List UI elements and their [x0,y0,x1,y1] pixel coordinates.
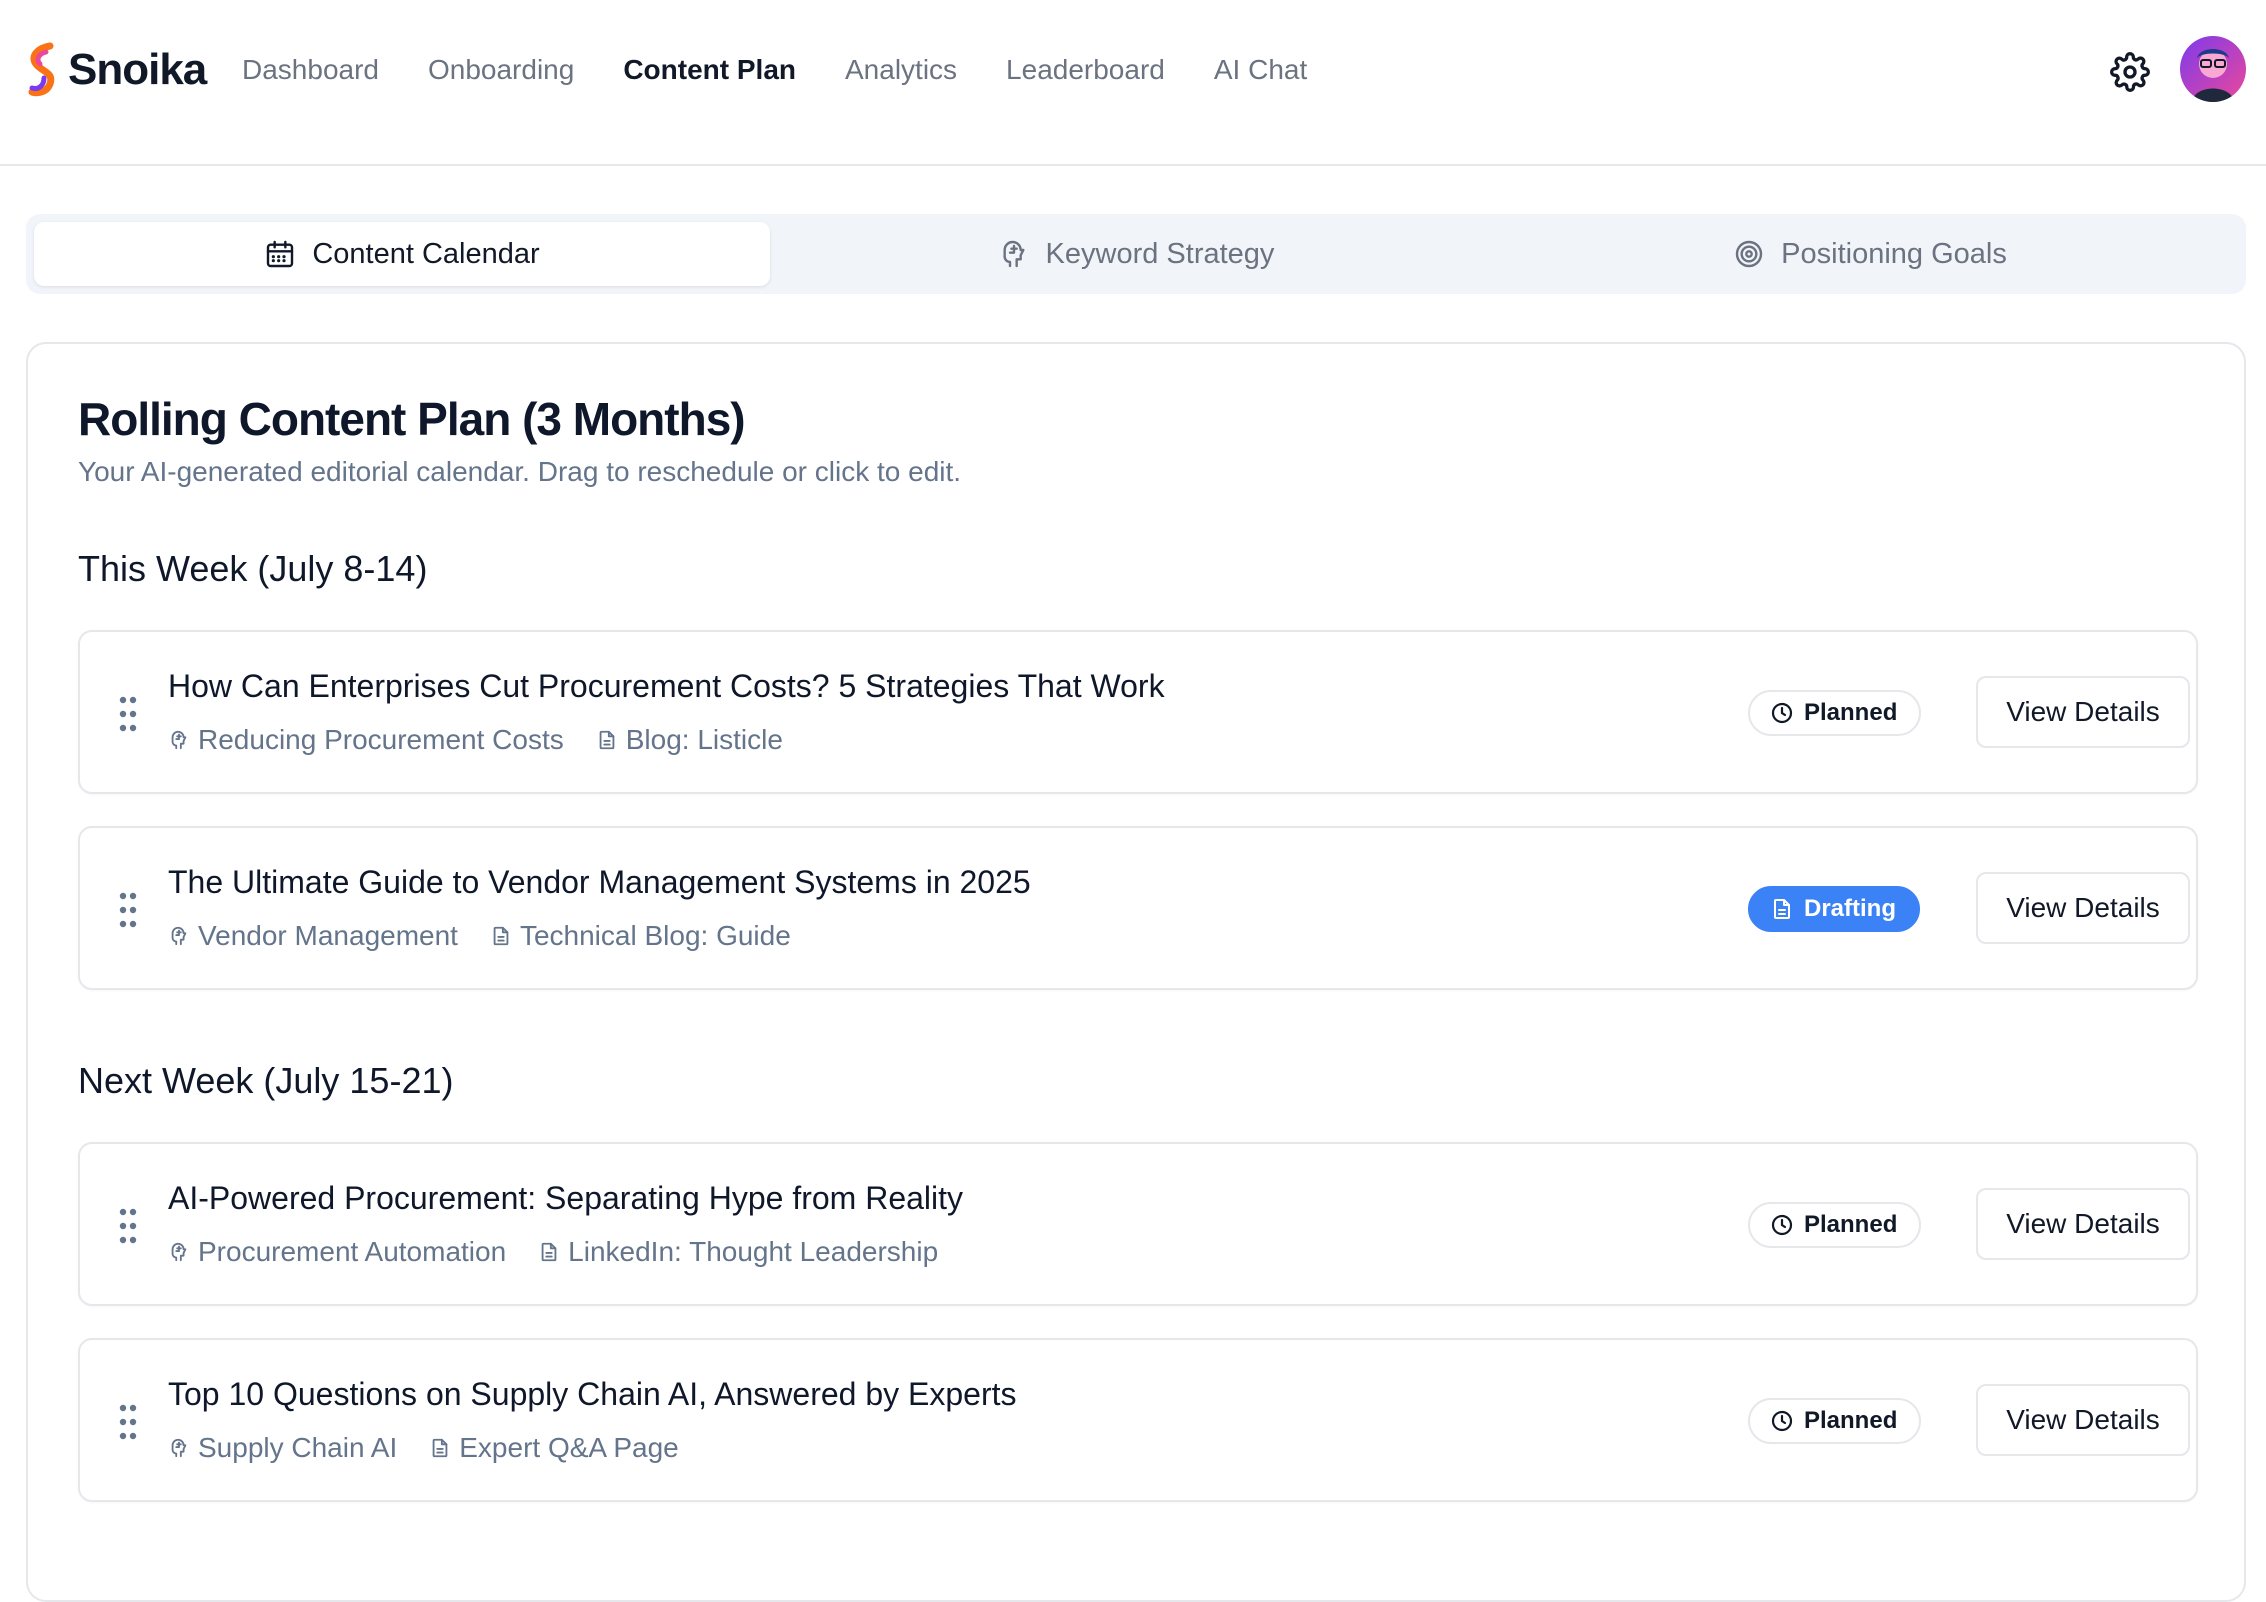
nav-ai-chat[interactable]: AI Chat [1214,48,1307,92]
keyword-tag: Vendor Management [168,920,458,952]
view-details-button[interactable]: View Details [1976,676,2190,748]
clock-icon [1771,1410,1793,1432]
tab-label: Content Calendar [312,237,540,270]
status-badge: Planned [1748,690,1922,736]
nav-content-plan[interactable]: Content Plan [623,48,796,92]
content-title[interactable]: Top 10 Questions on Supply Chain AI, Ans… [168,1376,1017,1413]
page-subtitle: Your AI-generated editorial calendar. Dr… [78,456,962,487]
keyword-label: Vendor Management [198,920,458,951]
keyword-tag: Procurement Automation [168,1236,506,1268]
status-label: Planned [1804,699,1898,726]
status-badge: Planned [1748,1398,1922,1444]
week-heading: This Week (July 8-14) [78,548,428,589]
nav-dashboard[interactable]: Dashboard [242,48,379,92]
week-heading: Next Week (July 15-21) [78,1060,454,1101]
content-item[interactable]: Top 10 Questions on Supply Chain AI, Ans… [78,1338,2198,1502]
content-plan-tabs: Content Calendar Keyword Strategy Positi… [26,214,2246,294]
status-label: Planned [1804,1211,1898,1238]
status-badge: Drafting [1748,886,1920,932]
avatar[interactable] [2180,36,2246,102]
keyword-tag: Supply Chain AI [168,1432,397,1464]
format-tag: Expert Q&A Page [429,1432,679,1464]
document-icon [493,926,509,946]
format-label: LinkedIn: Thought Leadership [568,1236,939,1267]
brain-icon [171,1438,187,1458]
brand-logo[interactable]: Snoika [24,40,207,100]
content-title[interactable]: How Can Enterprises Cut Procurement Cost… [168,668,1165,705]
format-tag: Blog: Listicle [596,724,783,756]
brain-icon [171,730,187,750]
content-item[interactable]: The Ultimate Guide to Vendor Management … [78,826,2198,990]
format-tag: LinkedIn: Thought Leadership [538,1236,938,1268]
keyword-label: Procurement Automation [198,1236,507,1267]
nav-onboarding[interactable]: Onboarding [428,48,574,92]
content-meta: Supply Chain AI Expert Q&A Page [168,1432,679,1464]
format-label: Expert Q&A Page [459,1432,679,1463]
nav-leaderboard[interactable]: Leaderboard [1006,48,1165,92]
gear-icon[interactable] [2110,52,2150,92]
tab-keyword-strategy[interactable]: Keyword Strategy [768,222,1504,286]
tab-content-calendar[interactable]: Content Calendar [34,222,770,286]
status-label: Planned [1804,1407,1898,1434]
tab-label: Keyword Strategy [1045,237,1275,270]
document-icon [432,1438,448,1458]
view-details-button[interactable]: View Details [1976,1188,2190,1260]
brain-icon [171,1242,187,1262]
status-badge: Planned [1748,1202,1922,1248]
keyword-label: Supply Chain AI [198,1432,398,1463]
target-icon [1735,240,1763,268]
view-details-button[interactable]: View Details [1976,1384,2190,1456]
drag-handle-icon[interactable] [118,890,138,930]
format-label: Technical Blog: Guide [519,920,791,951]
format-label: Blog: Listicle [625,724,783,755]
content-plan-card: Rolling Content Plan (3 Months) Your AI-… [26,342,2246,1602]
drag-handle-icon[interactable] [118,1206,138,1246]
brand-name: Snoika [68,45,207,94]
page-title: Rolling Content Plan (3 Months) [78,393,746,445]
brain-icon [171,926,187,946]
user-avatar-icon [2180,36,2246,102]
tab-label: Positioning Goals [1781,237,2007,270]
clock-icon [1771,1214,1793,1236]
keyword-tag: Reducing Procurement Costs [168,724,564,756]
snoika-logo-icon [28,42,55,97]
content-item[interactable]: How Can Enterprises Cut Procurement Cost… [78,630,2198,794]
tab-positioning-goals[interactable]: Positioning Goals [1502,222,2238,286]
nav-analytics[interactable]: Analytics [845,48,957,92]
clock-icon [1771,702,1793,724]
content-item[interactable]: AI-Powered Procurement: Separating Hype … [78,1142,2198,1306]
keyword-label: Reducing Procurement Costs [198,724,564,755]
content-meta: Reducing Procurement Costs Blog: Listicl… [168,724,783,756]
document-icon [599,730,615,750]
format-tag: Technical Blog: Guide [490,920,791,952]
status-label: Drafting [1804,895,1896,922]
calendar-icon [267,240,294,268]
top-navigation-bar: Snoika Dashboard Onboarding Content Plan… [0,0,2266,166]
content-title[interactable]: The Ultimate Guide to Vendor Management … [168,864,1031,901]
drag-handle-icon[interactable] [118,1402,138,1442]
brain-icon [1003,240,1025,268]
main-nav: Dashboard Onboarding Content Plan Analyt… [242,48,1307,92]
content-meta: Vendor Management Technical Blog: Guide [168,920,791,952]
content-meta: Procurement Automation LinkedIn: Thought… [168,1236,938,1268]
document-icon [541,1242,557,1262]
view-details-button[interactable]: View Details [1976,872,2190,944]
drag-handle-icon[interactable] [118,694,138,734]
document-icon [1774,899,1790,919]
content-title[interactable]: AI-Powered Procurement: Separating Hype … [168,1180,963,1217]
